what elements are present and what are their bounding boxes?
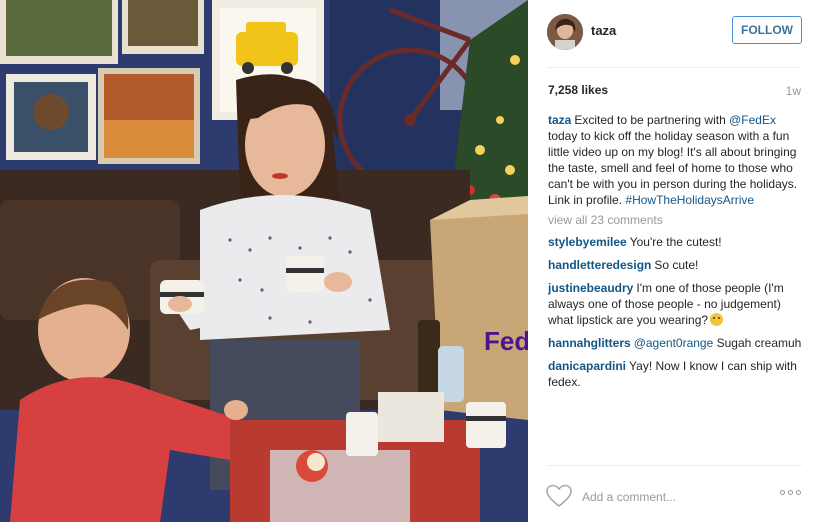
comment-text: Sugah creamuh <box>716 336 802 350</box>
add-comment-input[interactable] <box>582 486 772 508</box>
header-divider <box>547 67 802 68</box>
more-dot <box>796 490 801 495</box>
comment-username[interactable]: stylebyemilee <box>548 235 627 249</box>
post-caption: taza Excited to be partnering with @FedEx… <box>548 112 803 208</box>
fedex-logo-text: FedEx <box>484 326 528 356</box>
footer-divider <box>547 465 802 466</box>
view-all-comments-link[interactable]: view all 23 comments <box>548 212 803 228</box>
comment-username[interactable]: danicapardini <box>548 359 626 373</box>
comment-username[interactable]: justinebeaudry <box>548 281 633 295</box>
likes-count[interactable]: 7,258 likes <box>548 83 608 97</box>
comment-username[interactable]: handletteredesign <box>548 258 651 272</box>
caption-username[interactable]: taza <box>548 113 571 127</box>
comments-list: taza Excited to be partnering with @FedEx… <box>548 112 803 464</box>
more-options-icon[interactable] <box>780 490 804 500</box>
comment-item: handletteredesign So cute! <box>548 257 803 273</box>
comment-username[interactable]: hannahglitters <box>548 336 631 350</box>
post-username[interactable]: taza <box>591 23 616 38</box>
avatar[interactable] <box>547 14 583 50</box>
post-header: taza FOLLOW <box>528 0 813 66</box>
comment-footer <box>528 470 813 522</box>
avatar-image <box>547 14 583 50</box>
more-dot <box>780 490 785 495</box>
follow-button[interactable]: FOLLOW <box>732 16 802 44</box>
post-details-panel: taza FOLLOW 7,258 likes 1w taza Excited t… <box>528 0 813 522</box>
post-photo[interactable]: FedEx <box>0 0 528 522</box>
comment-item: hannahglitters @agent0range Sugah creamuh <box>548 335 803 351</box>
post-timestamp[interactable]: 1w <box>786 84 801 98</box>
comment-text: So cute! <box>654 258 699 272</box>
comment-item: danicapardini Yay! Now I know I can ship … <box>548 358 803 390</box>
comment-item: stylebyemilee You're the cutest! <box>548 234 803 250</box>
photo-illustration: FedEx <box>0 0 528 522</box>
more-dot <box>788 490 793 495</box>
caption-hashtag[interactable]: #HowTheHolidaysArrive <box>625 193 754 207</box>
grinning-emoji-icon <box>710 313 724 326</box>
comment-item: justinebeaudry I'm one of those people (I… <box>548 280 803 328</box>
heart-icon[interactable] <box>546 484 572 508</box>
comment-mention[interactable]: @agent0range <box>634 336 714 350</box>
caption-mention[interactable]: @FedEx <box>729 113 776 127</box>
comment-text: You're the cutest! <box>629 235 722 249</box>
caption-text-1: Excited to be partnering with <box>574 113 726 127</box>
